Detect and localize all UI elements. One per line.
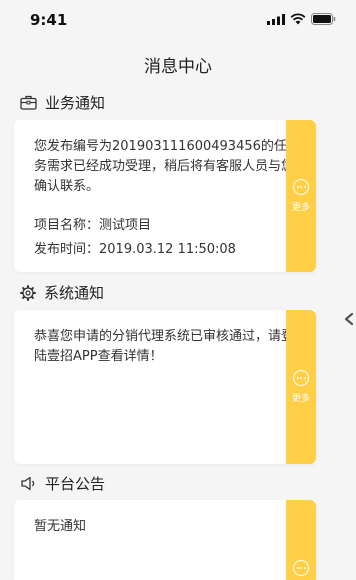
status-time: 9:41 bbox=[30, 11, 68, 29]
status-icons bbox=[267, 13, 336, 25]
more-icon bbox=[293, 560, 309, 576]
more-button[interactable] bbox=[286, 500, 316, 580]
section-header-platform: 平台公告 bbox=[20, 473, 105, 494]
system-notice-card[interactable]: 恭喜您申请的分销代理系统已审核通过，请登陆壹招APP查看详情！ bbox=[14, 310, 316, 464]
section-title: 平台公告 bbox=[45, 475, 106, 493]
megaphone-icon bbox=[20, 476, 37, 491]
section-title: 系统通知 bbox=[44, 284, 105, 302]
gear-icon bbox=[20, 284, 36, 301]
section-header-system: 系统通知 bbox=[20, 282, 104, 303]
status-bar: 9:41 bbox=[0, 0, 356, 40]
notice-text: 暂无通知 bbox=[34, 519, 87, 534]
wifi-icon bbox=[290, 13, 306, 25]
section-title: 业务通知 bbox=[45, 94, 106, 112]
more-button[interactable]: 更多 bbox=[286, 310, 316, 464]
notice-text: 您发布编号为20190311160049345​6的任务需求已经成功受理，稍后将… bbox=[34, 139, 295, 194]
more-label: 更多 bbox=[291, 394, 310, 404]
notice-text: 恭喜您申请的分销代理系统已审核通过，请登陆壹招APP查看详情！ bbox=[34, 329, 295, 364]
page-title: 消息中心 bbox=[144, 57, 212, 77]
signal-icon bbox=[267, 13, 285, 25]
project-name: 项目名称：测试项目 bbox=[34, 218, 152, 233]
more-icon bbox=[293, 370, 309, 386]
briefcase-icon bbox=[20, 95, 37, 110]
battery-icon bbox=[311, 13, 336, 25]
business-notice-card[interactable]: 您发布编号为20190311160049345​6的任务需求已经成功受理，稍后将… bbox=[14, 120, 316, 272]
publish-time: 发布时间：2019.03.12 11:50:08 bbox=[34, 242, 236, 257]
platform-announcement-card[interactable]: 暂无通知 bbox=[14, 500, 316, 580]
more-icon bbox=[293, 179, 309, 195]
chevron-left-icon[interactable] bbox=[340, 312, 356, 326]
section-header-business: 业务通知 bbox=[20, 92, 105, 113]
more-button[interactable]: 更多 bbox=[286, 120, 316, 272]
more-label: 更多 bbox=[291, 203, 310, 213]
